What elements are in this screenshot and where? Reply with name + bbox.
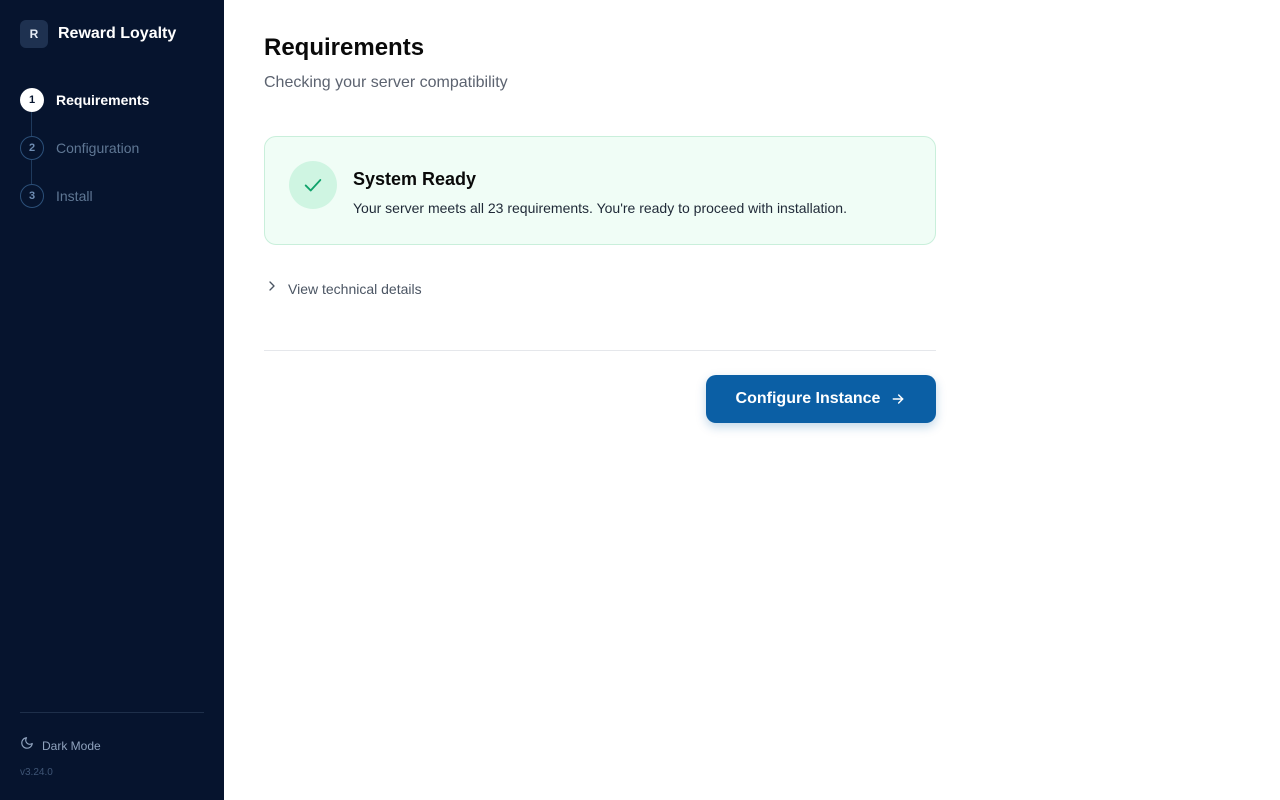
- step-number: 2: [20, 136, 44, 160]
- sidebar-divider: [20, 712, 204, 713]
- brand-logo: R: [20, 20, 48, 48]
- chevron-right-icon: [264, 278, 280, 299]
- sidebar: R Reward Loyalty 1 Requirements 2 Config…: [0, 0, 224, 800]
- technical-details-toggle[interactable]: View technical details: [264, 278, 422, 299]
- dark-mode-label: Dark Mode: [42, 738, 101, 753]
- step-connector: [31, 112, 32, 136]
- arrow-right-icon: [890, 391, 906, 407]
- dark-mode-toggle[interactable]: Dark Mode: [20, 736, 101, 755]
- check-icon: [289, 161, 337, 209]
- main-content: Requirements Checking your server compat…: [264, 0, 936, 800]
- page-subtitle: Checking your server compatibility: [264, 74, 508, 91]
- status-description: Your server meets all 23 requirements. Y…: [353, 200, 847, 216]
- divider: [264, 350, 936, 351]
- status-title: System Ready: [353, 169, 477, 189]
- technical-details-label: View technical details: [288, 280, 422, 297]
- step-number: 1: [20, 88, 44, 112]
- step-label: Install: [56, 188, 93, 204]
- moon-icon: [20, 736, 34, 755]
- page-title: Requirements: [264, 34, 425, 61]
- step-label: Requirements: [56, 92, 150, 108]
- configure-instance-button[interactable]: Configure Instance: [706, 375, 936, 423]
- system-status-card: System Ready Your server meets all 23 re…: [264, 136, 936, 245]
- step-connector: [31, 160, 32, 184]
- step-configuration: 2 Configuration: [20, 136, 139, 160]
- brand-name: Reward Loyalty: [58, 25, 177, 42]
- brand: R Reward Loyalty: [20, 20, 176, 48]
- step-install: 3 Install: [20, 184, 93, 208]
- step-requirements[interactable]: 1 Requirements: [20, 88, 149, 112]
- step-label: Configuration: [56, 140, 140, 156]
- step-number: 3: [20, 184, 44, 208]
- configure-instance-label: Configure Instance: [735, 390, 881, 407]
- version-label: v3.24.0: [20, 767, 53, 778]
